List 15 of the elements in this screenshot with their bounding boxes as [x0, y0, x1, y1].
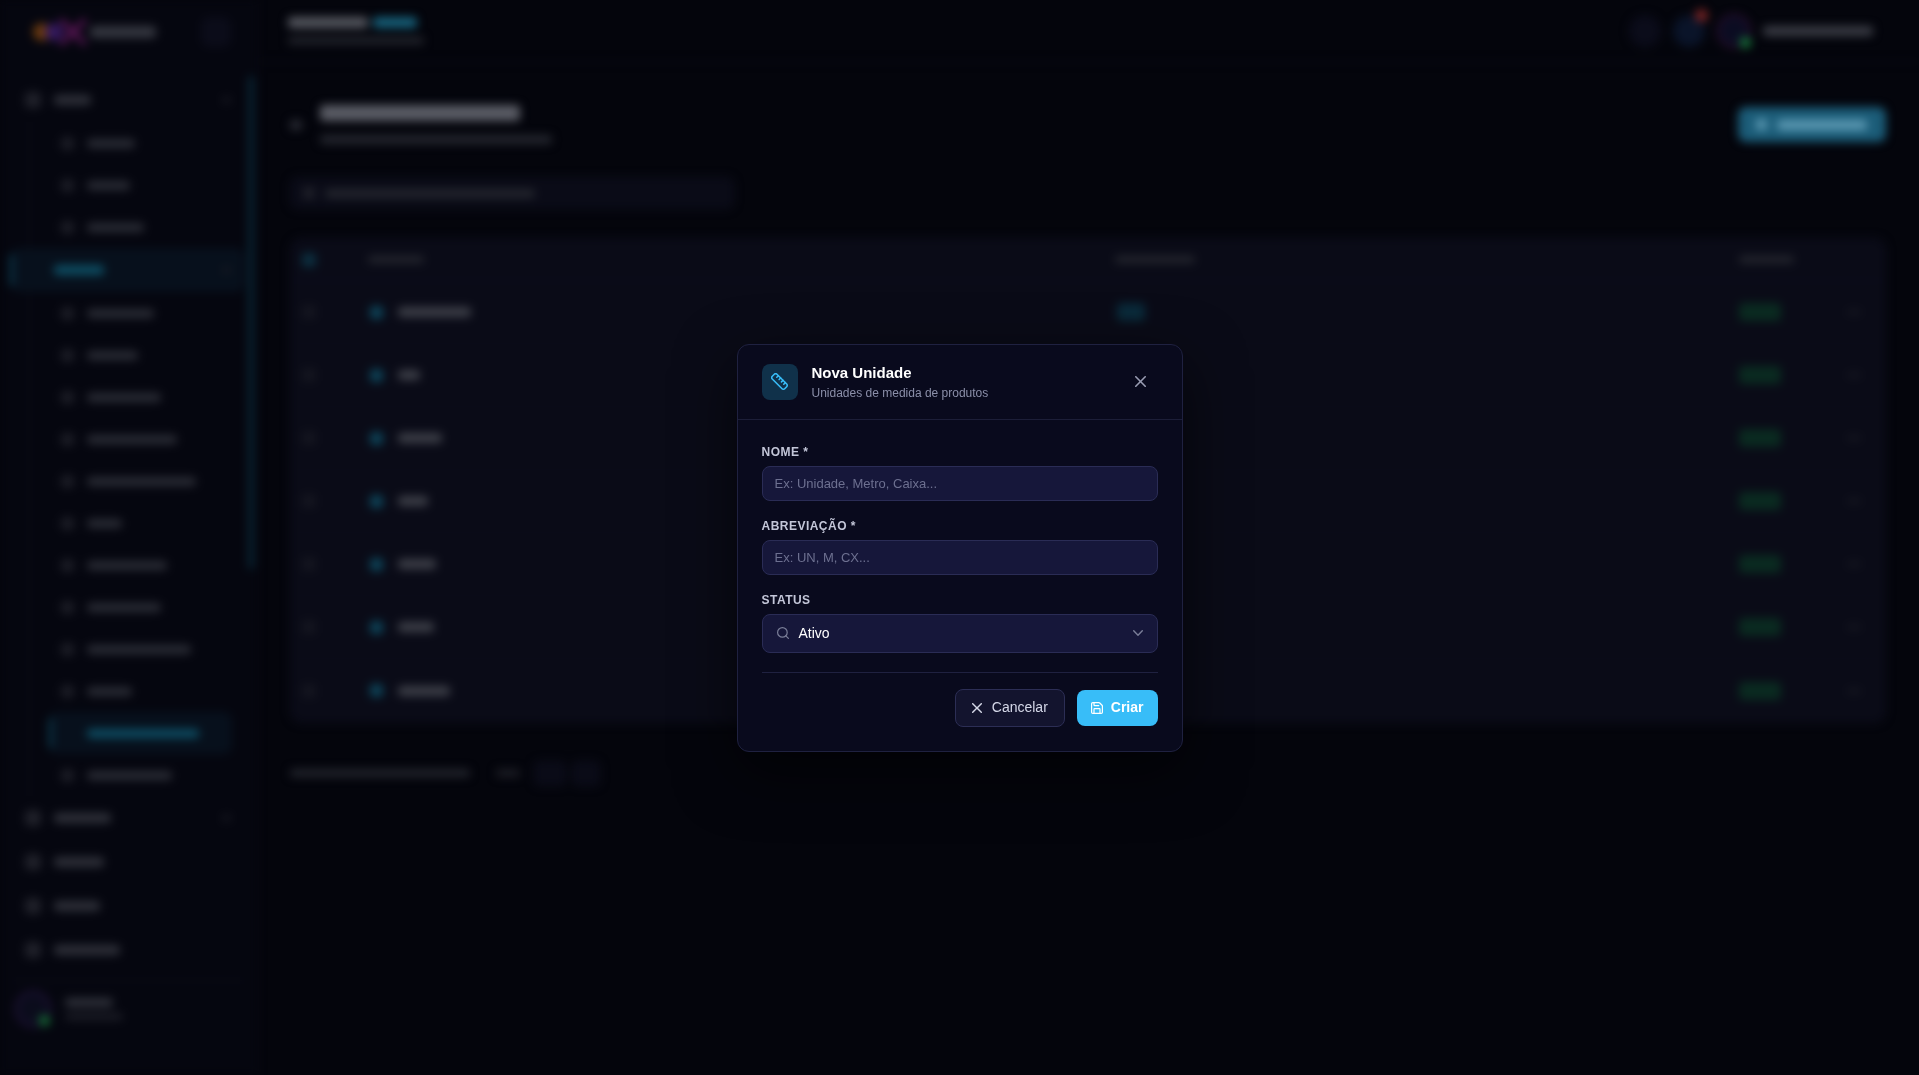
dialog-subtitle: Unidades de medida de produtos: [811, 384, 989, 401]
cancel-button[interactable]: Cancelar: [954, 688, 1065, 727]
ruler-icon: [761, 363, 798, 400]
save-icon: [1090, 701, 1103, 714]
field-label: STATUS: [761, 591, 812, 608]
search-icon: [776, 627, 789, 639]
field-label: NOME *: [761, 443, 810, 460]
status-select[interactable]: Ativo: [761, 613, 1158, 653]
x-icon: [971, 702, 982, 713]
dialog-title: Nova Unidade: [811, 362, 913, 383]
chevron-down-icon: [1132, 630, 1143, 636]
close-icon: [1135, 376, 1146, 387]
field-label: ABREVIAÇÃO *: [761, 517, 857, 534]
text-input[interactable]: Ex: Unidade, Metro, Caixa...: [761, 465, 1158, 501]
text-input[interactable]: Ex: UN, M, CX...: [761, 539, 1158, 575]
